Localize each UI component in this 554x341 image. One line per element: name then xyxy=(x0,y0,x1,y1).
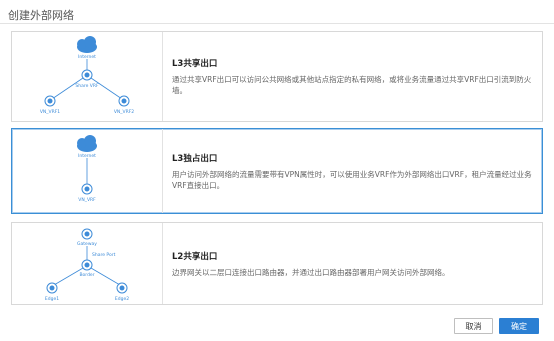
option-heading: L3共享出口 xyxy=(172,59,218,69)
cloud-icon xyxy=(77,135,97,152)
l3-shared-diagram: Internet Share VRF VN_VRF1 VN_VRF2 xyxy=(12,32,163,121)
title-divider xyxy=(0,23,554,24)
l3-exclusive-diagram: Internet VN_VRF xyxy=(12,129,163,213)
confirm-button[interactable]: 确定 xyxy=(499,318,539,334)
option-description: 通过共享VRF出口可以访问公共网络或其他站点指定的私有网络，或将业务流量通过共享… xyxy=(172,75,532,95)
cancel-button[interactable]: 取消 xyxy=(454,318,493,334)
edge-icon xyxy=(46,282,58,294)
diagram-label: Share Port xyxy=(92,252,116,258)
switch-icon xyxy=(81,259,93,271)
diagram-label: Share VRF xyxy=(75,83,99,89)
option-card-l2-shared[interactable]: Gateway Share Port Border Edge1 Edge2 L2… xyxy=(11,222,543,305)
option-card-l3-shared[interactable]: Internet Share VRF VN_VRF1 VN_VRF2 L3共享出… xyxy=(11,31,543,122)
router-icon xyxy=(44,95,56,107)
option-description: 用户访问外部网络的流量需要带有VPN属性时，可以使用业务VRF作为外部网络出口V… xyxy=(172,169,532,190)
diagram-label: VN_VRF1 xyxy=(40,109,60,115)
diagram-label: Border xyxy=(79,272,94,278)
diagram-label: VN_VRF2 xyxy=(114,109,134,115)
option-description: 边界网关以二层口连接出口路由器，并通过出口路由器部署用户网关访问外部网络。 xyxy=(172,267,450,277)
router-icon xyxy=(81,183,93,195)
router-icon xyxy=(81,69,93,81)
edge-icon xyxy=(116,282,128,294)
gateway-icon xyxy=(81,228,93,240)
diagram-label: Edge2 xyxy=(115,296,129,302)
diagram-label: Edge1 xyxy=(45,296,59,302)
l2-shared-diagram: Gateway Share Port Border Edge1 Edge2 xyxy=(12,223,163,304)
diagram-label: VN_VRF xyxy=(78,197,96,203)
option-heading: L3独占出口 xyxy=(172,153,218,164)
cloud-icon xyxy=(77,36,97,53)
option-heading: L2共享出口 xyxy=(172,251,218,262)
dialog-title: 创建外部网络 xyxy=(8,9,74,22)
option-card-l3-exclusive[interactable]: Internet VN_VRF L3独占出口 用户访问外部网络的流量需要带有VP… xyxy=(11,128,543,214)
router-icon xyxy=(118,95,130,107)
